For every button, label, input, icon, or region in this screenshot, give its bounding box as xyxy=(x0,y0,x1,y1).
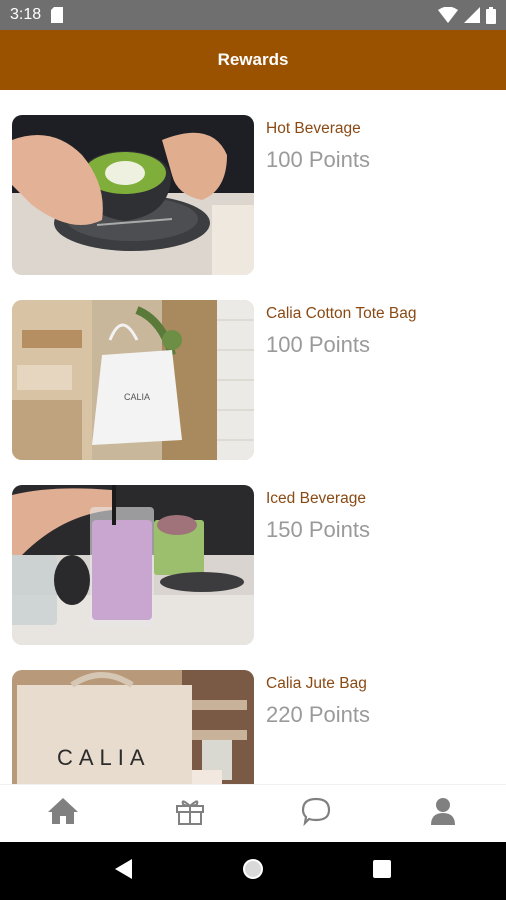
bottom-navigation xyxy=(0,784,506,842)
app-bar: Rewards xyxy=(0,30,506,90)
reward-points: 150 Points xyxy=(266,517,370,542)
home-circle-icon xyxy=(241,857,265,886)
tote-text: CALIA xyxy=(124,392,150,402)
reward-name: Iced Beverage xyxy=(266,490,366,507)
status-time: 3:18 xyxy=(10,6,42,23)
reward-item-hot-beverage[interactable]: Hot Beverage 100 Points xyxy=(12,115,506,277)
hot-beverage-photo xyxy=(12,115,254,275)
iced-beverage-photo xyxy=(12,485,254,645)
profile-icon xyxy=(429,796,457,831)
recents-button[interactable] xyxy=(357,846,407,896)
reward-name: Calia Jute Bag xyxy=(266,675,367,692)
home-icon xyxy=(46,796,80,831)
reward-item-cotton-tote-bag[interactable]: CALIA Calia Cotton Tote Bag 100 Points xyxy=(12,300,506,462)
chat-icon xyxy=(300,796,332,831)
status-bar: 3:18 xyxy=(0,0,506,30)
reward-name: Calia Cotton Tote Bag xyxy=(266,305,417,322)
cotton-tote-bag-photo: CALIA xyxy=(12,300,254,460)
reward-name: Hot Beverage xyxy=(266,120,361,137)
page-title: Rewards xyxy=(217,50,289,69)
sd-card-icon xyxy=(51,7,64,23)
nav-messages[interactable] xyxy=(286,789,346,839)
reward-points: 100 Points xyxy=(266,147,370,172)
reward-item-iced-beverage[interactable]: Iced Beverage 150 Points xyxy=(12,485,506,647)
gift-icon xyxy=(175,796,205,831)
reward-points: 220 Points xyxy=(266,702,370,727)
home-button[interactable] xyxy=(228,846,278,896)
jute-bag-photo: CALIA xyxy=(12,670,254,784)
back-button[interactable] xyxy=(99,846,149,896)
rewards-list[interactable]: Hot Beverage 100 Points CALIA Calia Cott… xyxy=(0,90,506,784)
nav-profile[interactable] xyxy=(413,789,473,839)
reward-item-jute-bag[interactable]: CALIA Calia Jute Bag 220 Points xyxy=(12,670,506,784)
reward-points: 100 Points xyxy=(266,332,370,357)
jute-text: CALIA xyxy=(57,745,151,770)
nav-home[interactable] xyxy=(33,789,93,839)
cell-signal-icon xyxy=(464,7,480,23)
wifi-icon xyxy=(438,7,458,23)
recents-square-icon xyxy=(372,859,392,884)
back-triangle-icon xyxy=(114,858,134,885)
system-navigation-bar xyxy=(0,842,506,900)
battery-icon xyxy=(486,6,496,24)
nav-rewards[interactable] xyxy=(160,789,220,839)
